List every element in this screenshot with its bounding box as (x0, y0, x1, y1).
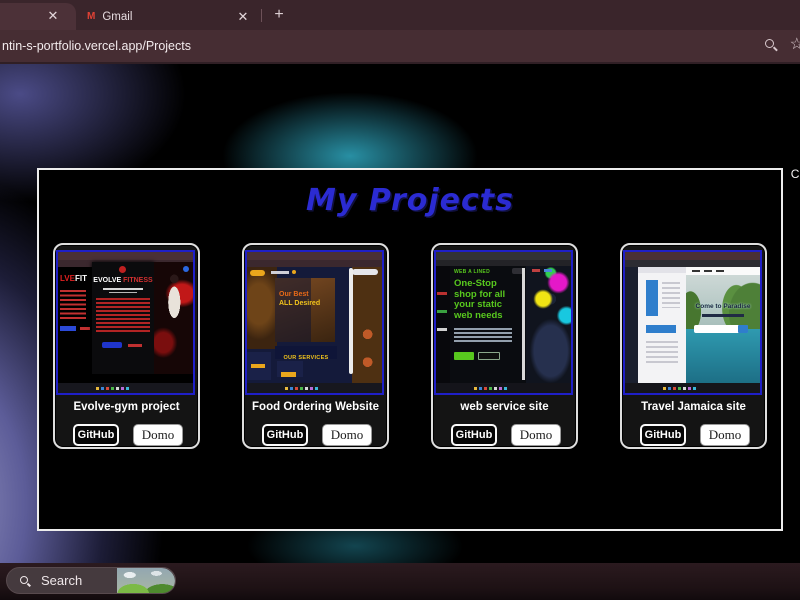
gmail-icon: M (87, 11, 96, 22)
windows-taskbar: Search mdp ? (0, 563, 800, 600)
tab-gmail[interactable]: M Gmail ✕ (78, 3, 256, 30)
github-button[interactable]: GitHub (451, 424, 497, 446)
new-tab-button[interactable]: + (270, 4, 288, 26)
travel-sidebar-panel (638, 267, 686, 383)
project-title: web service site (460, 401, 549, 413)
project-thumbnail-web-service[interactable]: WEB A LINED One-Stop shop for all your s… (434, 250, 573, 395)
project-card-food-ordering: Our Best ALL Desired OUR SERVICES Food O… (242, 243, 389, 449)
search-icon (20, 576, 28, 584)
github-button[interactable]: GitHub (262, 424, 308, 446)
project-title: Food Ordering Website (252, 401, 379, 413)
food-hero-photo: Our Best ALL Desired (275, 278, 335, 342)
evolve-hero-photo (154, 262, 193, 374)
nav-contact[interactable]: Contact (791, 167, 800, 181)
search-weather-image[interactable] (117, 568, 175, 593)
travel-hero-photo: Come to Paradise (686, 267, 760, 383)
github-button[interactable]: GitHub (640, 424, 686, 446)
demo-button[interactable]: Domo (511, 424, 561, 446)
zoom-icon[interactable] (765, 39, 774, 48)
tab-close-icon[interactable]: ✕ (236, 9, 250, 24)
project-thumbnail-food-ordering[interactable]: Our Best ALL Desired OUR SERVICES (245, 250, 384, 395)
project-thumbnail-travel-jamaica[interactable]: Come to Paradise (623, 250, 762, 395)
project-title: Evolve-gym project (73, 401, 180, 413)
tab-portfolio[interactable]: ✕ (0, 3, 76, 30)
screen: ✕ M Gmail ✕ + ntin-s-portfolio.vercel.ap… (0, 0, 800, 600)
github-button[interactable]: GitHub (73, 424, 119, 446)
browser-tab-bar: ✕ M Gmail ✕ + (0, 0, 800, 30)
tab-divider (261, 9, 262, 22)
evolve-modal: EVOLVE FITNESS (92, 262, 154, 374)
project-thumbnail-evolve-gym[interactable]: LVEFIT EVOLVE FITNESS (56, 250, 195, 395)
bookmark-star-icon[interactable]: ☆ (790, 34, 800, 54)
page-title: My Projects (306, 183, 514, 218)
project-card-web-service: WEB A LINED One-Stop shop for all your s… (431, 243, 578, 449)
projects-section: My Projects LVEFIT EVOLVE FITNESS Evolve… (37, 168, 783, 531)
demo-button[interactable]: Domo (133, 424, 183, 446)
taskbar-search[interactable]: Search (6, 567, 176, 594)
portfolio-page: Home About Projects Experience Contact M… (0, 64, 800, 563)
demo-button[interactable]: Domo (700, 424, 750, 446)
project-card-evolve-gym: LVEFIT EVOLVE FITNESS Evolve-gym project… (53, 243, 200, 449)
browser-url-bar[interactable]: ntin-s-portfolio.vercel.app/Projects ☆ (0, 30, 800, 64)
url-text[interactable]: ntin-s-portfolio.vercel.app/Projects (2, 30, 191, 62)
search-label: Search (41, 573, 83, 588)
project-title: Travel Jamaica site (641, 401, 746, 413)
tab-label: Gmail (102, 10, 133, 23)
tab-close-icon[interactable]: ✕ (46, 9, 60, 23)
project-card-travel-jamaica: Come to Paradise Travel Jamaica site Git… (620, 243, 767, 449)
web-service-hero-photo (526, 266, 571, 384)
demo-button[interactable]: Domo (322, 424, 372, 446)
